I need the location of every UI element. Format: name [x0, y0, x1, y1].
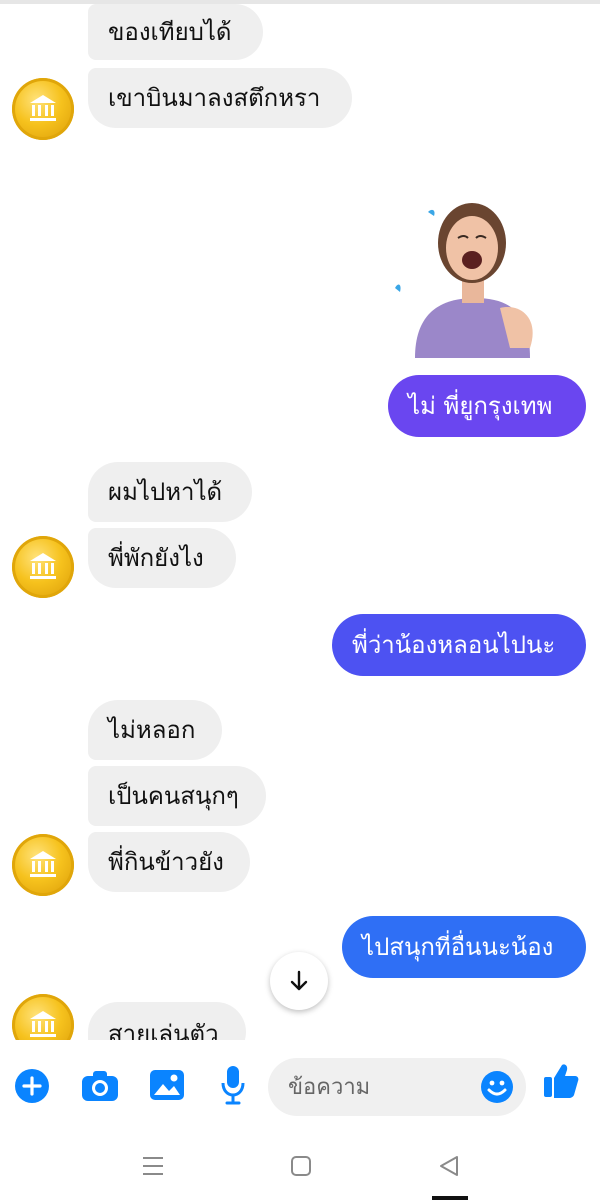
- message-input[interactable]: [286, 1073, 480, 1101]
- message-composer: [0, 1040, 600, 1135]
- message-bubble-incoming[interactable]: ผมไปหาได้: [88, 462, 252, 522]
- message-bubble-incoming[interactable]: สายเล่นตัว: [88, 1002, 246, 1040]
- menu-icon: [143, 1157, 163, 1175]
- plus-button[interactable]: [14, 1068, 50, 1104]
- bank-icon: [30, 553, 56, 579]
- gallery-button[interactable]: [148, 1068, 186, 1102]
- laughing-woman-sticker[interactable]: [380, 198, 560, 358]
- message-bubble-incoming[interactable]: ของเทียบได้: [88, 4, 263, 60]
- camera-icon: [82, 1071, 118, 1101]
- bank-icon: [30, 1011, 56, 1037]
- bank-icon: [30, 851, 56, 877]
- like-button[interactable]: [542, 1062, 580, 1100]
- bank-icon: [30, 95, 56, 121]
- home-button[interactable]: [288, 1153, 314, 1179]
- contact-avatar[interactable]: [12, 536, 74, 598]
- message-list[interactable]: ของเทียบได้ เขาบินมาลงสตึกหรา ไม่ พี่ยูก…: [0, 0, 600, 1040]
- arrow-down-icon: [290, 970, 308, 991]
- camera-button[interactable]: [80, 1068, 120, 1104]
- contact-avatar[interactable]: [12, 834, 74, 896]
- back-button[interactable]: [436, 1153, 462, 1179]
- microphone-icon: [221, 1066, 245, 1105]
- message-bubble-incoming[interactable]: พี่พักยังไง: [88, 528, 236, 588]
- message-bubble-incoming[interactable]: เขาบินมาลงสตึกหรา: [88, 68, 352, 128]
- contact-avatar[interactable]: [12, 78, 74, 140]
- message-bubble-incoming[interactable]: เป็นคนสนุกๆ: [88, 766, 266, 826]
- message-bubble-outgoing[interactable]: ไปสนุกที่อื่นนะน้อง: [342, 916, 586, 978]
- plus-icon: [15, 1069, 49, 1103]
- home-icon: [291, 1156, 311, 1176]
- gallery-icon: [150, 1070, 184, 1100]
- message-input-container: [268, 1058, 526, 1116]
- message-bubble-incoming[interactable]: ไม่หลอก: [88, 700, 222, 760]
- like-icon: [544, 1064, 579, 1098]
- message-bubble-outgoing[interactable]: ไม่ พี่ยูกรุงเทพ: [388, 375, 586, 437]
- message-bubble-incoming[interactable]: พี่กินข้าวยัง: [88, 832, 250, 892]
- emoji-icon: [481, 1071, 513, 1103]
- microphone-button[interactable]: [218, 1064, 248, 1106]
- emoji-button[interactable]: [480, 1070, 514, 1104]
- recent-apps-button[interactable]: [140, 1153, 166, 1179]
- message-bubble-outgoing[interactable]: พี่ว่าน้องหลอนไปนะ: [332, 614, 586, 676]
- scroll-to-bottom-button[interactable]: [270, 952, 328, 1010]
- back-icon: [440, 1156, 458, 1176]
- gesture-indicator: [432, 1196, 468, 1200]
- system-navigation-bar: [0, 1135, 600, 1200]
- contact-avatar[interactable]: [12, 994, 74, 1040]
